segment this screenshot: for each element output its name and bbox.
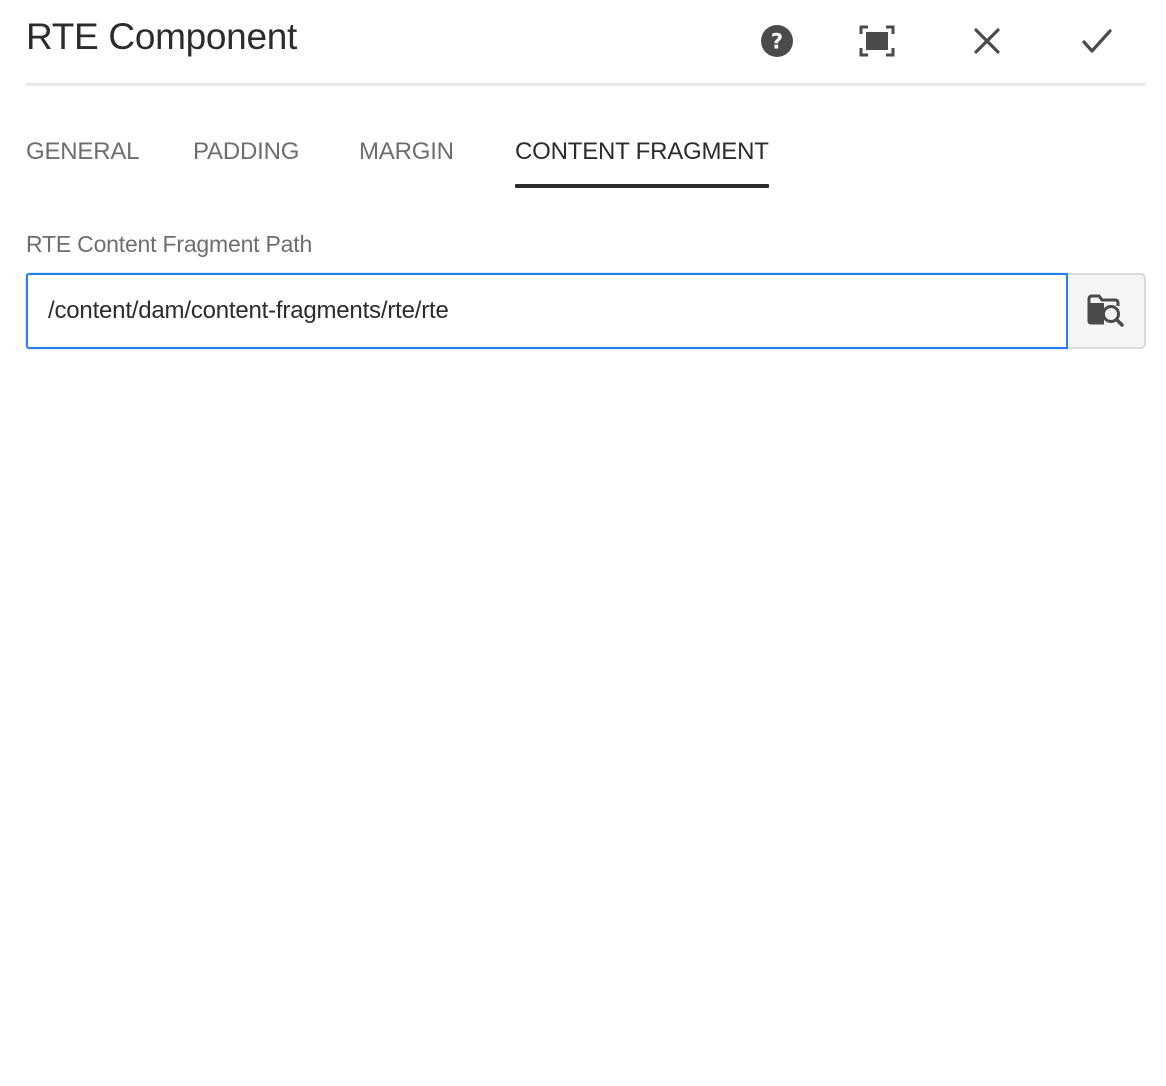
content-fragment-path-label: RTE Content Fragment Path [26,231,313,257]
help-button[interactable]: ? [757,22,797,62]
tab-label: PADDING [193,138,300,165]
done-button[interactable] [1077,22,1117,62]
fullscreen-icon [859,25,895,60]
tab-general[interactable]: GENERAL [26,136,140,188]
rte-component-dialog: RTE Component ? GENERAL PADDING MARGIN C… [0,0,1166,1086]
fullscreen-button[interactable] [857,22,897,62]
tab-margin[interactable]: MARGIN [359,136,454,188]
browse-path-button[interactable] [1068,273,1146,349]
tab-label: CONTENT FRAGMENT [515,138,769,165]
tab-label: MARGIN [359,138,454,165]
tab-list: GENERAL PADDING MARGIN CONTENT FRAGMENT [26,136,1146,188]
checkmark-icon [1082,28,1112,57]
folder-search-icon [1087,293,1125,330]
svg-text:?: ? [771,29,783,53]
close-icon [973,27,1001,58]
tab-label: GENERAL [26,138,140,165]
tab-padding[interactable]: PADDING [193,136,299,188]
help-icon: ? [760,24,794,61]
dialog-title: RTE Component [26,16,297,57]
dialog-header: RTE Component ? [26,0,1146,86]
close-button[interactable] [967,22,1007,62]
tab-content-fragment[interactable]: CONTENT FRAGMENT [515,136,769,188]
content-fragment-path-input[interactable] [26,273,1068,349]
